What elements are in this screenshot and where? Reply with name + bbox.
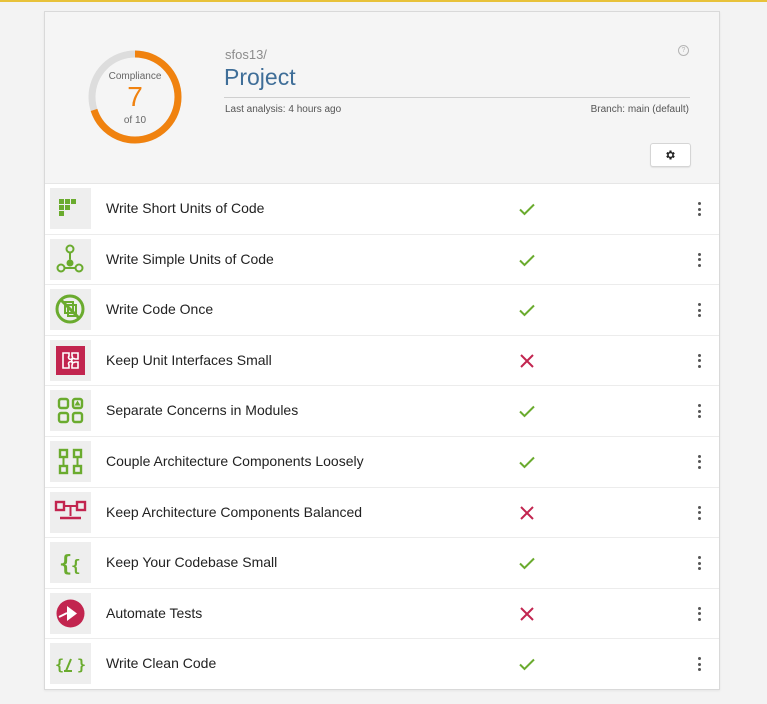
guideline-row[interactable]: Separate Concerns in Modules bbox=[45, 386, 719, 437]
balance-icon bbox=[50, 491, 91, 533]
more-options-icon[interactable] bbox=[693, 503, 705, 523]
help-icon[interactable]: ? bbox=[678, 45, 689, 56]
simple-units-icon bbox=[50, 238, 91, 280]
header-divider bbox=[224, 97, 690, 98]
project-owner[interactable]: sfos13/ bbox=[225, 47, 267, 62]
more-options-icon[interactable] bbox=[693, 199, 705, 219]
gear-icon bbox=[666, 150, 675, 160]
guideline-label: Write Short Units of Code bbox=[106, 200, 265, 216]
guideline-row[interactable]: Couple Architecture Components Loosely bbox=[45, 437, 719, 488]
compliance-of: of 10 bbox=[123, 115, 147, 126]
compliance-value: 7 bbox=[127, 81, 143, 112]
svg-text:{: { bbox=[71, 556, 81, 575]
guideline-label: Write Clean Code bbox=[106, 655, 217, 672]
puzzle-icon bbox=[50, 339, 91, 381]
guideline-row[interactable]: {{ Keep Your Codebase Small bbox=[45, 538, 719, 589]
settings-button[interactable] bbox=[650, 143, 691, 167]
check-icon bbox=[517, 553, 537, 573]
guideline-label: Separate Concerns in Modules bbox=[106, 402, 299, 419]
guideline-label: Write Code Once bbox=[106, 301, 214, 318]
guideline-row[interactable]: Write Simple Units of Code bbox=[45, 235, 719, 286]
more-options-icon[interactable] bbox=[693, 654, 705, 674]
check-icon bbox=[517, 250, 537, 270]
more-options-icon[interactable] bbox=[693, 452, 705, 472]
page-title: Project bbox=[224, 64, 296, 90]
more-options-icon[interactable] bbox=[693, 300, 705, 320]
guideline-row[interactable]: Keep Unit Interfaces Small bbox=[45, 336, 719, 387]
project-card: Compliance 7 of 10 sfos13/ Project ? Las… bbox=[44, 11, 720, 690]
no-duplication-icon bbox=[50, 289, 91, 331]
more-options-icon[interactable] bbox=[693, 250, 705, 270]
guideline-row[interactable]: Automate Tests bbox=[45, 589, 719, 640]
top-accent-bar bbox=[0, 0, 767, 2]
branch-info: Branch: main (default) bbox=[590, 104, 689, 115]
check-icon bbox=[517, 199, 537, 219]
guideline-row[interactable]: Write Short Units of Code bbox=[45, 184, 719, 235]
guideline-label: Couple Architecture Components Loosely bbox=[106, 452, 364, 469]
project-header: Compliance 7 of 10 sfos13/ Project ? Las… bbox=[45, 12, 719, 184]
cross-icon bbox=[517, 604, 537, 624]
guideline-label: Write Simple Units of Code bbox=[106, 250, 274, 267]
play-icon bbox=[50, 592, 91, 634]
more-options-icon[interactable] bbox=[693, 351, 705, 371]
guideline-label: Keep Architecture Components Balanced bbox=[106, 503, 363, 520]
cross-icon bbox=[517, 351, 537, 371]
modules-icon bbox=[50, 390, 91, 432]
guideline-label: Keep Unit Interfaces Small bbox=[106, 351, 272, 368]
more-options-icon[interactable] bbox=[693, 401, 705, 421]
clean-code-icon: {} bbox=[50, 643, 91, 685]
svg-text:{: { bbox=[55, 656, 64, 674]
more-options-icon[interactable] bbox=[693, 553, 705, 573]
check-icon bbox=[517, 654, 537, 674]
check-icon bbox=[517, 300, 537, 320]
check-icon bbox=[517, 452, 537, 472]
more-options-icon[interactable] bbox=[693, 604, 705, 624]
svg-text:}: } bbox=[77, 656, 86, 674]
short-units-icon bbox=[50, 188, 91, 229]
braces-icon: {{ bbox=[50, 542, 91, 584]
guideline-row[interactable]: Keep Architecture Components Balanced bbox=[45, 488, 719, 539]
cross-icon bbox=[517, 503, 537, 523]
guideline-label: Automate Tests bbox=[106, 604, 203, 621]
last-analysis: Last analysis: 4 hours ago bbox=[225, 104, 342, 115]
components-icon bbox=[50, 440, 91, 482]
guideline-list: Write Short Units of Code Write Simple Un… bbox=[45, 184, 719, 690]
check-icon bbox=[517, 401, 537, 421]
guideline-row[interactable]: Write Code Once bbox=[45, 285, 719, 336]
guideline-row[interactable]: {} Write Clean Code bbox=[45, 639, 719, 690]
guideline-label: Keep Your Codebase Small bbox=[106, 554, 278, 571]
compliance-gauge: Compliance 7 of 10 bbox=[86, 48, 184, 146]
